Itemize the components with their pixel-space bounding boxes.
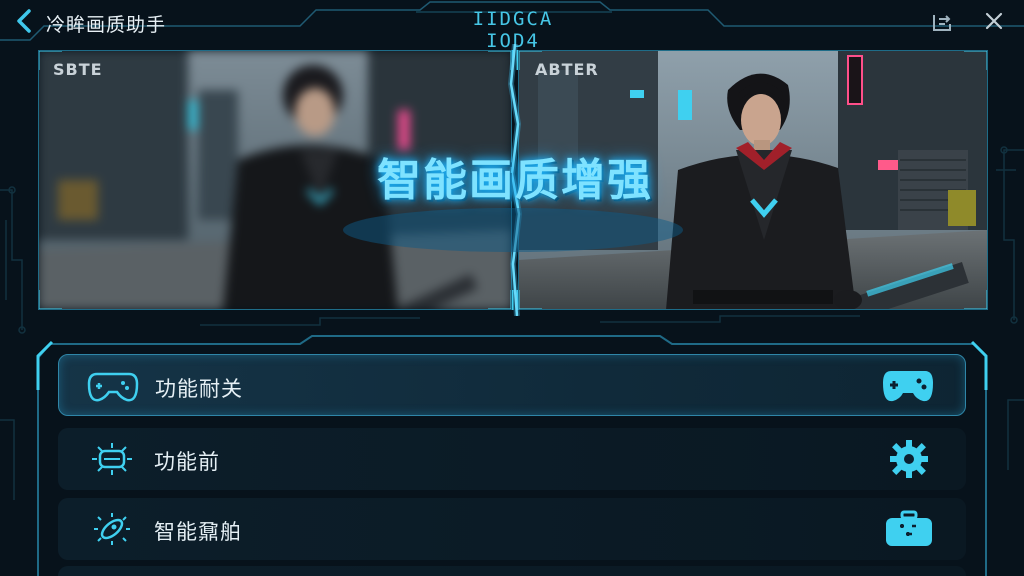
toolbox-icon xyxy=(886,510,932,546)
before-label: SBTE xyxy=(53,60,103,79)
menu-item-function-toggle[interactable]: 功能耐关 xyxy=(58,354,966,416)
share-button[interactable] xyxy=(930,10,954,34)
rocket-icon xyxy=(94,513,130,545)
share-icon xyxy=(933,15,951,31)
chip-icon xyxy=(92,443,132,475)
gamepad-icon xyxy=(87,372,139,402)
menu-item-partial[interactable] xyxy=(58,566,966,576)
menu-item-label: 智能鼐舶 xyxy=(154,520,242,544)
center-title: IIDGCA IOD4 xyxy=(472,8,554,52)
chevron-left-icon xyxy=(17,9,31,33)
menu-item-label: 功能耐关 xyxy=(155,377,243,401)
back-button[interactable] xyxy=(10,6,40,36)
menu-item-smart-mode[interactable]: 智能鼐舶 xyxy=(58,498,966,560)
menu-item-label: 功能前 xyxy=(154,450,220,474)
close-button[interactable] xyxy=(982,9,1006,33)
enhancement-headline: 智能画质增强 xyxy=(377,155,653,206)
menu-item-function-front[interactable]: 功能前 xyxy=(58,428,966,490)
after-label: ABTER xyxy=(535,60,599,79)
close-icon xyxy=(985,12,1003,30)
gamepad-filled-icon xyxy=(883,371,933,402)
top-bar: 冷眸画质助手 IIDGCA IOD4 xyxy=(0,0,1024,52)
app-title: 冷眸画质助手 xyxy=(46,14,167,36)
gear-icon xyxy=(890,440,928,478)
